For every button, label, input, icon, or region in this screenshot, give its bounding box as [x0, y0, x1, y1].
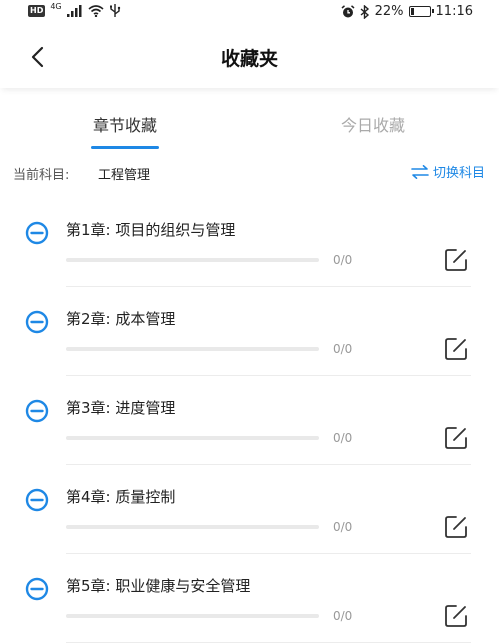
- edit-icon[interactable]: [443, 514, 469, 540]
- progress-count: 0/0: [333, 520, 353, 534]
- chapter-title: 第2章: 成本管理: [66, 310, 176, 328]
- subject-label: 当前科目:: [13, 168, 70, 183]
- progress-bar: [66, 614, 319, 618]
- nav-bar: 收藏夹: [0, 26, 499, 88]
- edit-icon[interactable]: [443, 425, 469, 451]
- switch-subject-button[interactable]: 切换科目: [411, 162, 485, 181]
- status-left: HD 4G: [28, 2, 121, 17]
- subject-value: 工程管理: [98, 168, 151, 183]
- edit-icon[interactable]: [443, 603, 469, 629]
- chapter-title: 第5章: 职业健康与安全管理: [66, 577, 251, 595]
- network-type: 4G: [50, 2, 62, 11]
- collapse-circle-icon[interactable]: [24, 309, 50, 335]
- battery-percent: 22%: [374, 4, 404, 19]
- wifi-icon: [88, 4, 104, 17]
- chapter-item[interactable]: 第3章: 进度管理 0/0: [0, 376, 499, 465]
- progress-count: 0/0: [333, 342, 353, 356]
- status-bar: HD 4G 22% 11:16: [0, 0, 499, 26]
- status-right: 22% 11:16: [341, 4, 473, 19]
- page-title: 收藏夹: [220, 48, 278, 70]
- collapse-circle-icon[interactable]: [24, 220, 50, 246]
- collapse-circle-icon[interactable]: [24, 576, 50, 602]
- chapter-title: 第1章: 项目的组织与管理: [66, 221, 236, 239]
- progress-count: 0/0: [333, 431, 353, 445]
- switch-subject-label: 切换科目: [432, 166, 485, 181]
- tab-today-favorites[interactable]: 今日收藏: [303, 112, 443, 136]
- progress-bar: [66, 436, 319, 440]
- active-tab-indicator: [91, 146, 159, 149]
- hd-badge: HD: [28, 4, 46, 17]
- signal-icon: [66, 4, 82, 17]
- battery-level: [410, 8, 415, 15]
- progress-count: 0/0: [333, 253, 353, 267]
- tab-bar: 章节收藏 今日收藏: [0, 104, 499, 154]
- subject-row: 当前科目: 工程管理 切换科目: [0, 160, 499, 188]
- clock-time: 11:16: [435, 4, 473, 19]
- chapter-item[interactable]: 第2章: 成本管理 0/0: [0, 287, 499, 376]
- collapse-circle-icon[interactable]: [24, 487, 50, 513]
- alarm-icon: [341, 4, 355, 17]
- swap-arrows-icon: [411, 164, 429, 179]
- progress-count: 0/0: [333, 609, 353, 623]
- chapter-title: 第3章: 进度管理: [66, 399, 176, 417]
- chapter-item[interactable]: 第4章: 质量控制 0/0: [0, 465, 499, 554]
- battery-icon: [408, 6, 434, 17]
- progress-bar: [66, 347, 319, 351]
- chapter-item[interactable]: 第1章: 项目的组织与管理 0/0: [0, 198, 499, 287]
- progress-bar: [66, 525, 319, 529]
- collapse-circle-icon[interactable]: [24, 398, 50, 424]
- progress-bar: [66, 258, 319, 262]
- chapter-list: 第1章: 项目的组织与管理 0/0 第2章: 成本管理 0/0 第3章: 进度管…: [0, 198, 499, 643]
- usb-icon: [109, 4, 120, 17]
- tab-chapter-favorites[interactable]: 章节收藏: [55, 112, 195, 136]
- edit-icon[interactable]: [443, 247, 469, 273]
- bluetooth-icon: [360, 4, 369, 19]
- chapter-title: 第4章: 质量控制: [66, 488, 176, 506]
- edit-icon[interactable]: [443, 336, 469, 362]
